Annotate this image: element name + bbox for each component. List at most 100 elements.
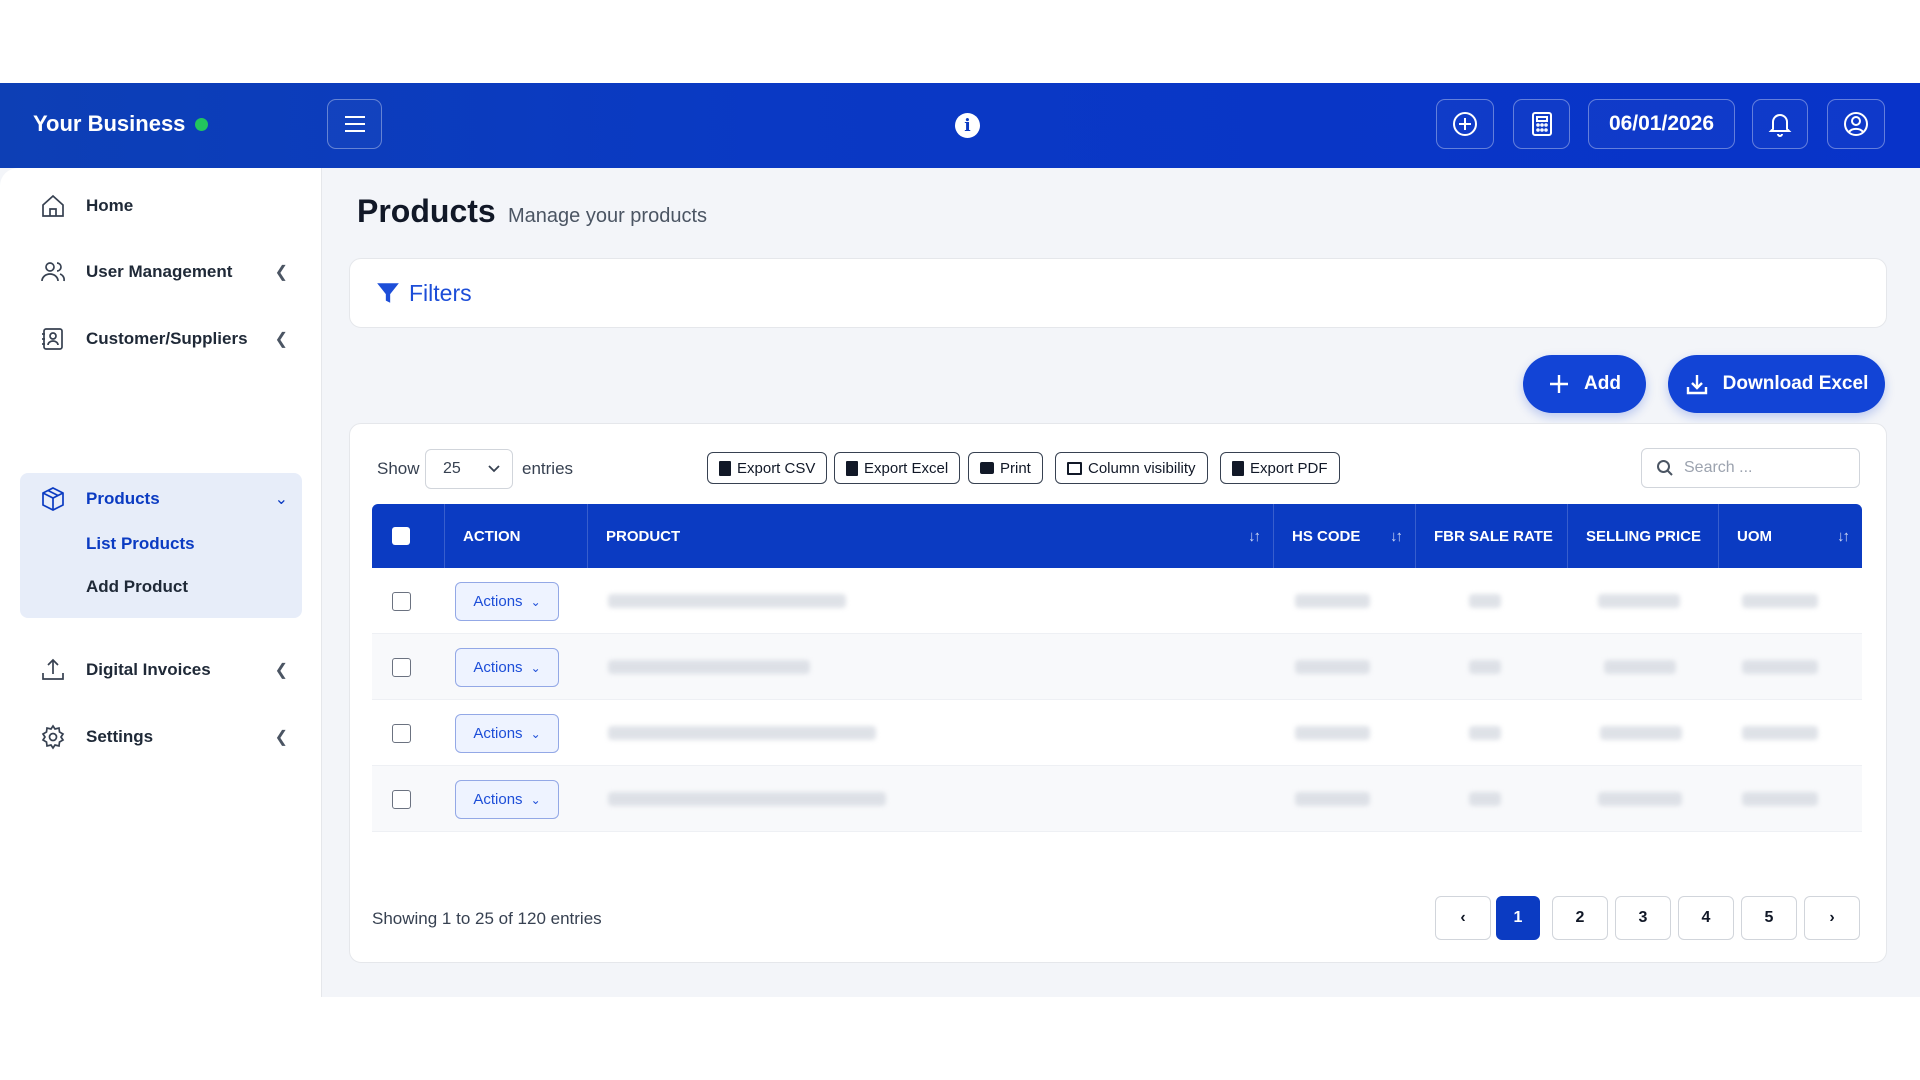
row-actions-button[interactable]: Actions ⌄ [455, 582, 559, 621]
printer-icon [980, 462, 994, 474]
page-subtitle: Manage your products [508, 205, 708, 227]
plus-circle-icon [1453, 112, 1477, 136]
export-csv-label: Export CSV [737, 459, 816, 477]
chevron-down-icon [488, 465, 500, 473]
column-header-action: ACTION [445, 504, 588, 568]
chevron-right-icon: › [1829, 909, 1835, 926]
brand: Your Business [33, 111, 209, 137]
row-checkbox[interactable] [392, 658, 411, 677]
redacted-price [1598, 792, 1682, 806]
calculator-icon [1531, 112, 1552, 136]
column-visibility-button[interactable]: Column visibility [1055, 452, 1208, 484]
entries-label: entries [522, 459, 574, 478]
sidebar-item-products[interactable]: Products ⌄ [20, 473, 302, 525]
sidebar-item-label: Settings [86, 727, 154, 746]
brand-name: Your Business [33, 111, 186, 136]
quick-add-button[interactable] [1436, 99, 1494, 149]
table-body: Actions ⌄ Actions ⌄ Actions ⌄ Actions ⌄ [372, 568, 1862, 832]
entries-select[interactable]: 25 [425, 449, 513, 489]
pagination-page-4[interactable]: 4 [1678, 896, 1734, 940]
sidebar-subitem-add-product[interactable]: Add Product [86, 577, 188, 597]
download-excel-button[interactable]: Download Excel [1668, 355, 1885, 413]
menu-toggle-button[interactable] [327, 99, 382, 149]
sidebar-item-settings[interactable]: Settings ❮ [20, 711, 302, 763]
export-csv-button[interactable]: Export CSV [707, 452, 828, 484]
info-icon[interactable]: i [955, 113, 980, 138]
row-actions-button[interactable]: Actions ⌄ [455, 648, 559, 687]
sidebar-item-digital-invoices[interactable]: Digital Invoices ❮ [20, 644, 302, 696]
page-number: 4 [1701, 909, 1711, 926]
sidebar-item-user-management[interactable]: User Management ❮ [20, 246, 302, 298]
row-checkbox[interactable] [392, 592, 411, 611]
page-title: Products [357, 193, 496, 229]
redacted-hs-code [1295, 792, 1370, 806]
actions-label: Actions [473, 659, 523, 676]
chevron-down-icon: ⌄ [530, 726, 541, 741]
sidebar: Home User Management ❮ Customer/Supplier… [0, 168, 322, 997]
sidebar-item-customer-suppliers[interactable]: Customer/Suppliers ❮ [20, 313, 302, 365]
select-all-cell [372, 504, 445, 568]
download-icon [1686, 375, 1707, 395]
sidebar-subitem-list-products[interactable]: List Products [86, 534, 195, 554]
print-label: Print [1000, 459, 1031, 477]
menu-icon [344, 116, 365, 132]
row-actions-button[interactable]: Actions ⌄ [455, 780, 559, 819]
sort-icon[interactable]: ↓↑ [1248, 528, 1261, 545]
export-pdf-button[interactable]: Export PDF [1220, 452, 1340, 484]
sidebar-item-label: Products [86, 489, 160, 508]
pagination-page-5[interactable]: 5 [1741, 896, 1797, 940]
sort-icon[interactable]: ↓↑ [1837, 528, 1850, 545]
pagination-prev-button[interactable]: ‹ [1435, 896, 1491, 940]
add-product-button[interactable]: Add [1523, 355, 1646, 413]
column-header-hs-code[interactable]: HS CODE ↓↑ [1274, 504, 1416, 568]
pagination-info: Showing 1 to 25 of 120 entries [372, 909, 602, 928]
table-header: ACTION PRODUCT ↓↑ HS CODE ↓↑ FBR SALE RA… [372, 504, 1862, 568]
row-actions-button[interactable]: Actions ⌄ [455, 714, 559, 753]
redacted-sale-rate [1469, 594, 1501, 608]
sidebar-item-home[interactable]: Home [20, 180, 302, 232]
notifications-button[interactable] [1752, 99, 1808, 149]
chevron-down-icon: ⌄ [530, 792, 541, 807]
redacted-product [608, 792, 886, 806]
filters-panel[interactable]: Filters [349, 258, 1887, 328]
users-icon [41, 262, 65, 282]
pagination-page-1[interactable]: 1 [1496, 896, 1540, 940]
column-header-label: ACTION [463, 527, 521, 545]
actions-label: Actions [473, 593, 523, 610]
export-excel-button[interactable]: Export Excel [834, 452, 961, 484]
search-input[interactable]: Search ... [1641, 448, 1860, 488]
pagination-page-3[interactable]: 3 [1615, 896, 1671, 940]
date-display[interactable]: 06/01/2026 [1588, 99, 1735, 149]
column-header-fbr-sale-rate[interactable]: FBR SALE RATE [1416, 504, 1568, 568]
redacted-uom [1742, 726, 1818, 740]
page-number: 5 [1764, 909, 1774, 926]
column-header-product[interactable]: PRODUCT ↓↑ [588, 504, 1274, 568]
row-checkbox[interactable] [392, 724, 411, 743]
select-all-checkbox[interactable] [392, 527, 410, 545]
column-header-label: PRODUCT [606, 527, 681, 545]
redacted-product [608, 660, 810, 674]
sidebar-group-products: Products ⌄ List Products Add Product [20, 473, 302, 618]
table-row: Actions ⌄ [372, 766, 1862, 832]
redacted-price [1604, 660, 1676, 674]
redacted-hs-code [1295, 726, 1370, 740]
column-header-uom[interactable]: UOM ↓↑ [1719, 504, 1862, 568]
sort-icon[interactable]: ↓↑ [1390, 528, 1403, 545]
pagination-page-2[interactable]: 2 [1552, 896, 1608, 940]
home-icon [42, 194, 64, 217]
redacted-sale-rate [1469, 792, 1501, 806]
products-table: ACTION PRODUCT ↓↑ HS CODE ↓↑ FBR SALE RA… [372, 504, 1862, 832]
redacted-hs-code [1295, 660, 1370, 674]
column-header-selling-price[interactable]: SELLING PRICE [1568, 504, 1719, 568]
export-pdf-label: Export PDF [1250, 459, 1328, 477]
pagination-next-button[interactable]: › [1804, 896, 1860, 940]
sidebar-item-label: Home [86, 196, 134, 215]
profile-button[interactable] [1827, 99, 1885, 149]
calculator-button[interactable] [1513, 99, 1570, 149]
column-header-label: HS CODE [1292, 527, 1361, 545]
print-button[interactable]: Print [968, 452, 1043, 484]
excel-file-icon [846, 460, 858, 476]
pdf-file-icon [1232, 460, 1244, 476]
row-checkbox[interactable] [392, 790, 411, 809]
table-row: Actions ⌄ [372, 634, 1862, 700]
